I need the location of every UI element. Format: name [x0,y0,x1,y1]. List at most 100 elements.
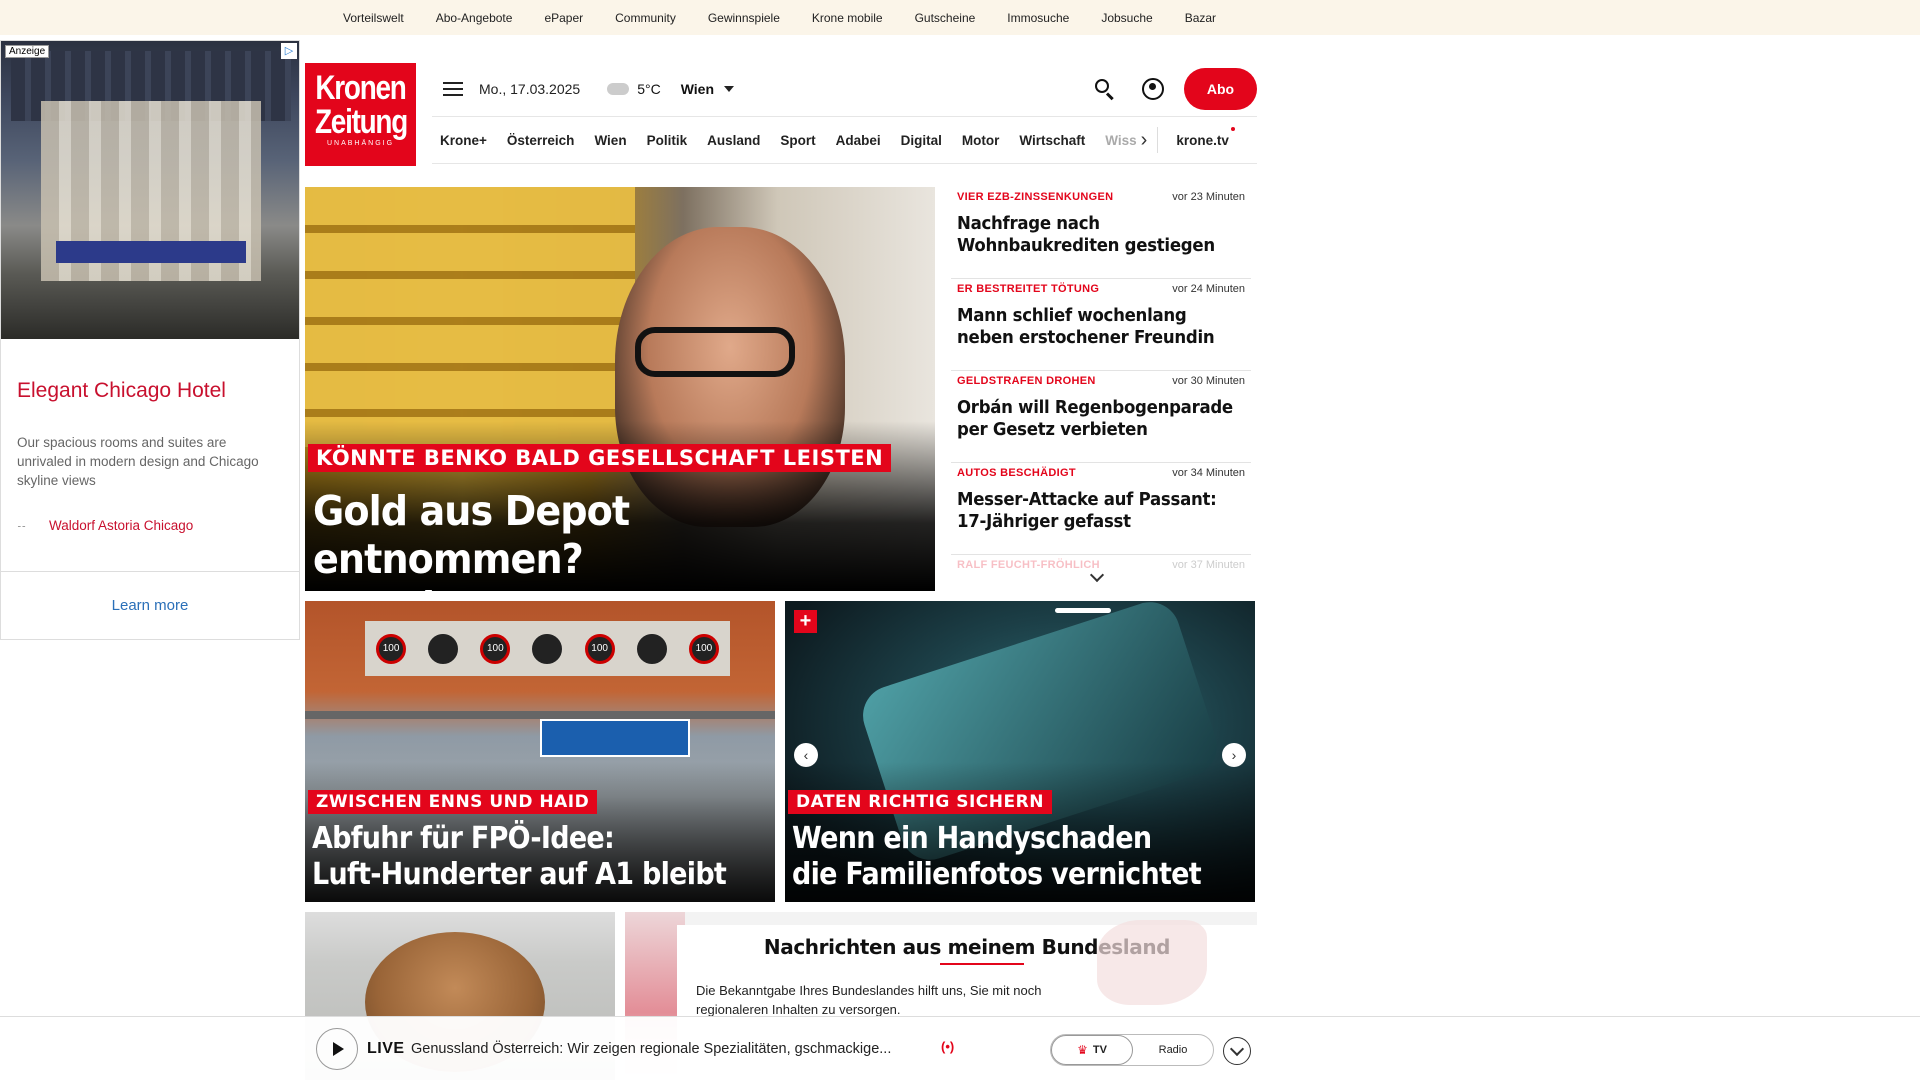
tv-option[interactable]: ♛ TV [1051,1035,1133,1065]
news-title[interactable]: Messer-Attacke auf Passant: 17-Jähriger … [957,489,1247,533]
adchoices-icon[interactable]: ▷ [281,43,297,59]
topbar-link-bazar[interactable]: Bazar [1185,11,1216,25]
card-headline[interactable]: Abfuhr für FPÖ-Idee: Luft-Hunderter auf … [312,821,727,893]
topbar-link-abo-angebote[interactable]: Abo-Angebote [436,11,513,25]
news-title[interactable]: Orbán will Regenbogenparade per Gesetz v… [957,397,1247,441]
ad-label: Anzeige [5,45,50,58]
article-card-a1-speed[interactable]: 100 100 100 100 ZWISCHEN ENNS UND HAID A… [305,601,775,902]
news-category: GELDSTRAFEN DROHEN [957,375,1096,387]
sidebar-ad[interactable]: Anzeige ▷ Elegant Chicago Hotel Our spac… [0,40,300,640]
card-headline[interactable]: Wenn ein Handyschaden die Familienfotos … [792,821,1202,893]
title-underline [940,963,1024,965]
current-date: Mo., 17.03.2025 [479,81,581,97]
topbar-link-epaper[interactable]: ePaper [544,11,583,25]
header-bar: Mo., 17.03.2025 5°C Wien Abo [432,67,1257,111]
news-category: RALF FEUCHT-FRÖHLICH [957,559,1100,571]
ad-description: Our spacious rooms and suites are unriva… [17,435,259,488]
carousel-indicator[interactable] [1055,608,1111,613]
news-time: vor 23 Minuten [1172,191,1245,203]
abo-button[interactable]: Abo [1184,68,1257,110]
hero-kicker: KÖNNTE BENKO BALD GESELLSCHAFT LEISTEN [308,444,892,472]
ad-brand-logo-icon: ⁃⁃ [17,521,26,532]
news-item[interactable]: GELDSTRAFEN DROHEN vor 30 Minuten Orbán w… [951,371,1251,463]
ad-brand[interactable]: ⁃⁃ Waldorf Astoria Chicago [17,518,299,533]
broadcast-icon: (•) [941,1039,955,1054]
news-item[interactable]: VIER EZB-ZINSSENKUNGEN vor 23 Minuten Nac… [951,187,1251,279]
news-time: vor 30 Minuten [1172,375,1245,387]
topbar-link-jobsuche[interactable]: Jobsuche [1101,11,1152,25]
nav-item-wien[interactable]: Wien [594,133,626,148]
news-category: VIER EZB-ZINSSENKUNGEN [957,191,1114,203]
topbar-link-vorteilswelt[interactable]: Vorteilswelt [343,11,404,25]
news-title[interactable]: Nachfrage nach Wohnbaukrediten gestiegen [957,213,1247,257]
live-player-bar: LIVE Genussland Österreich: Wir zeigen r… [0,1016,1920,1080]
news-item[interactable]: ER BESTREITET TÖTUNG vor 24 Minuten Mann … [951,279,1251,371]
topbar-link-gewinnspiele[interactable]: Gewinnspiele [708,11,780,25]
nav-item-kroneplus[interactable]: Krone+ [440,133,487,148]
hero-headline-line2: Promi-Investor festgenommen [313,583,891,591]
chevron-right-icon[interactable]: › [1141,129,1148,152]
topbar-link-krone-mobile[interactable]: Krone mobile [812,11,883,25]
news-time: vor 34 Minuten [1172,467,1245,479]
main-navigation: Krone+ Österreich Wien Politik Ausland S… [432,116,1257,164]
top-service-bar: Vorteilswelt Abo-Angebote ePaper Communi… [0,0,1920,35]
hamburger-menu-icon[interactable] [443,81,463,97]
logo-tagline: UNABHÄNGIG [326,140,395,147]
cloud-weather-icon [607,83,630,95]
card-kicker: DATEN RICHTIG SICHERN [788,790,1052,814]
topbar-link-gutscheine[interactable]: Gutscheine [915,11,976,25]
kronen-zeitung-logo[interactable]: Kronen Zeitung UNABHÄNGIG [305,63,416,166]
nav-item-wissen[interactable]: Wiss [1105,133,1136,148]
nav-item-politik[interactable]: Politik [647,133,688,148]
latest-news-list: VIER EZB-ZINSSENKUNGEN vor 23 Minuten Nac… [951,187,1251,591]
nav-item-motor[interactable]: Motor [962,133,1000,148]
nav-item-krone-tv[interactable]: krone.tv [1176,126,1235,148]
news-category: AUTOS BESCHÄDIGT [957,467,1076,479]
news-category: ER BESTREITET TÖTUNG [957,283,1100,295]
ad-divider [1,571,299,572]
card-headline-line1: Abfuhr für FPÖ-Idee: [312,821,615,856]
ad-title[interactable]: Elegant Chicago Hotel [17,379,299,403]
card-headline-line2: Luft-Hunderter auf A1 bleibt [312,857,727,892]
ad-brand-name[interactable]: Waldorf Astoria Chicago [49,518,193,533]
hero-article[interactable]: KÖNNTE BENKO BALD GESELLSCHAFT LEISTEN G… [305,187,935,591]
radio-option[interactable]: Radio [1133,1035,1213,1065]
speed-limit-icon: 100 [688,633,719,664]
account-icon[interactable] [1142,78,1164,100]
ad-learn-more-button[interactable]: Learn more [1,597,299,614]
nav-item-digital[interactable]: Digital [901,133,942,148]
nav-item-adabei[interactable]: Adabei [836,133,881,148]
hero-headline[interactable]: Gold aus Depot entnommen? Promi-Investor… [313,487,891,591]
card-kicker: ZWISCHEN ENNS UND HAID [308,790,598,814]
speed-limit-icon: 100 [584,633,615,664]
tv-label: TV [1092,1044,1107,1056]
temperature: 5°C [637,81,661,97]
topbar-link-community[interactable]: Community [615,11,676,25]
logo-line1: Kronen [315,69,406,107]
speed-limit-icon: 100 [480,633,511,664]
news-title[interactable]: Mann schlief wochenlang neben erstochene… [957,305,1247,349]
chevron-down-icon[interactable] [724,86,735,92]
speed-limit-icon: 100 [376,633,407,664]
nav-item-sport[interactable]: Sport [780,133,815,148]
live-program-title[interactable]: Genussland Österreich: Wir zeigen region… [411,1041,891,1057]
speed-limit-sign-image: 100 100 100 100 [365,621,730,676]
nav-item-wirtschaft[interactable]: Wirtschaft [1019,133,1085,148]
speed-limit-icon [636,633,667,664]
speed-limit-icon [428,633,459,664]
ad-hotel-image[interactable] [1,41,299,339]
tv-radio-toggle[interactable]: ♛ TV Radio [1050,1034,1214,1066]
hero-headline-line1: Gold aus Depot entnommen? [313,487,630,583]
highway-sign-image [540,719,690,757]
nav-item-ausland[interactable]: Ausland [707,133,760,148]
topbar-link-immosuche[interactable]: Immosuche [1007,11,1069,25]
city-selector[interactable]: Wien [681,81,714,97]
news-item[interactable]: AUTOS BESCHÄDIGT vor 34 Minuten Messer-At… [951,463,1251,555]
search-icon[interactable] [1094,78,1116,101]
nav-item-oesterreich[interactable]: Österreich [507,133,575,148]
expand-chevron-icon[interactable] [1223,1037,1251,1065]
play-icon[interactable] [316,1028,358,1070]
news-time: vor 24 Minuten [1172,283,1245,295]
card-headline-line1: Wenn ein Handyschaden [792,821,1152,856]
article-card-handyschaden[interactable]: + ‹ › DATEN RICHTIG SICHERN Wenn ein Han… [785,601,1255,902]
